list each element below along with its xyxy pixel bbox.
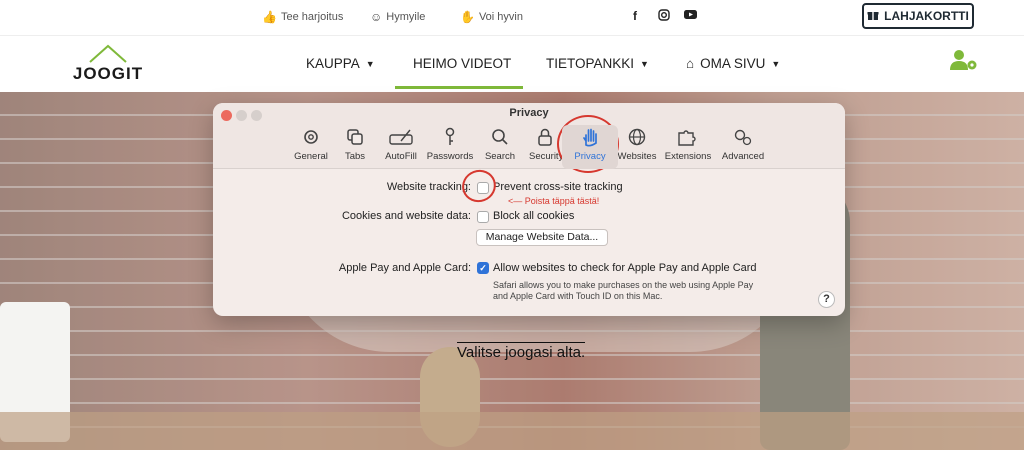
- apple-pay-option: Allow websites to check for Apple Pay an…: [493, 262, 757, 274]
- home-icon: ⌂: [686, 56, 695, 71]
- smile-icon: ☺: [370, 10, 383, 24]
- logo[interactable]: JOOGIT: [68, 42, 148, 86]
- gift-card-button[interactable]: LAHJAKORTTI: [862, 3, 974, 29]
- window-toolbar: Privacy General Tabs AutoFill Passwords …: [213, 103, 845, 169]
- nav-tietopankki-label: TIETOPANKKI: [546, 56, 635, 71]
- tab-websites-label: Websites: [617, 151, 657, 162]
- hand-icon: [583, 128, 597, 147]
- gift-icon: [867, 9, 879, 24]
- tab-extensions-label: Extensions: [664, 151, 712, 162]
- tab-tabs-label: Tabs: [344, 151, 366, 162]
- chevron-down-icon: ▼: [640, 58, 649, 69]
- facebook-icon[interactable]: f: [633, 9, 637, 23]
- user-settings-icon[interactable]: [948, 48, 980, 72]
- hero-subtitle: Valitse joogasi alta.: [457, 342, 586, 361]
- help-button[interactable]: ?: [818, 291, 835, 308]
- logo-text: JOOGIT: [72, 64, 144, 83]
- cookies-label: Cookies and website data:: [341, 210, 471, 222]
- tab-search-label: Search: [484, 151, 516, 162]
- manage-website-data-button[interactable]: Manage Website Data...: [476, 229, 608, 246]
- website-tracking-label: Website tracking:: [386, 181, 471, 193]
- tab-passwords[interactable]: Passwords: [422, 127, 478, 162]
- tab-advanced-label: Advanced: [721, 151, 765, 162]
- logo-roof-icon: [89, 44, 127, 63]
- nav-item-kauppa[interactable]: KAUPPA ▼: [306, 56, 375, 71]
- apple-pay-note-line2: and Apple Card with Touch ID on this Mac…: [493, 291, 663, 301]
- prevent-tracking-option: Prevent cross-site tracking: [493, 181, 623, 193]
- tab-general-label: General: [294, 151, 328, 162]
- tab-advanced[interactable]: Advanced: [715, 127, 771, 162]
- hymyile-link[interactable]: ☺ Hymyile: [370, 10, 425, 24]
- youtube-icon[interactable]: [684, 9, 697, 23]
- block-cookies-option: Block all cookies: [493, 210, 575, 222]
- tab-privacy[interactable]: Privacy: [562, 125, 618, 169]
- advanced-gears-icon: [734, 129, 752, 146]
- tab-autofill-label: AutoFill: [385, 151, 417, 162]
- voi-hyvin-label: Voi hyvin: [478, 11, 523, 23]
- chevron-down-icon: ▼: [365, 58, 375, 69]
- puzzle-icon: [678, 130, 696, 146]
- main-nav: JOOGIT KAUPPA ▼ HEIMO VIDEOT TIETOPANKKI…: [0, 36, 1024, 92]
- tab-privacy-label: Privacy: [574, 151, 606, 162]
- nav-item-heimo-videot[interactable]: HEIMO VIDEOT: [413, 56, 511, 71]
- nav-kauppa-label: KAUPPA: [306, 56, 360, 71]
- nav-item-tietopankki[interactable]: TIETOPANKKI ▼: [546, 56, 649, 71]
- nav-heimo-label: HEIMO VIDEOT: [413, 56, 512, 71]
- tee-harjoitus-label: Tee harjoitus: [280, 11, 344, 23]
- utility-bar: 👍 Tee harjoitus ☺ Hymyile ✋ Voi hyvin f …: [0, 0, 1024, 36]
- thumbs-up-icon: 👍: [262, 10, 277, 24]
- autofill-icon: [389, 129, 413, 145]
- key-icon: [445, 127, 455, 145]
- tabs-icon: [347, 129, 363, 145]
- apple-pay-label: Apple Pay and Apple Card:: [338, 262, 471, 274]
- nav-item-oma-sivu[interactable]: ⌂ OMA SIVU ▼: [686, 56, 780, 71]
- window-title: Privacy: [509, 107, 549, 119]
- nav-oma-sivu-label: OMA SIVU: [700, 56, 766, 71]
- apple-pay-note-line1: Safari allows you to make purchases on t…: [493, 280, 754, 290]
- voi-hyvin-link[interactable]: ✋ Voi hyvin: [460, 10, 523, 24]
- gear-icon: [304, 130, 318, 144]
- hymyile-label: Hymyile: [386, 11, 426, 23]
- tee-harjoitus-link[interactable]: 👍 Tee harjoitus: [262, 10, 343, 24]
- tab-security-label: Security: [529, 151, 564, 162]
- globe-icon: [628, 128, 646, 146]
- instagram-icon[interactable]: [658, 9, 670, 24]
- chevron-down-icon: ▼: [771, 58, 781, 69]
- gift-card-label: LAHJAKORTTI: [884, 9, 969, 23]
- active-nav-indicator: [395, 86, 523, 89]
- apple-pay-checkbox[interactable]: ✓: [477, 262, 489, 274]
- tab-extensions[interactable]: Extensions: [660, 127, 716, 162]
- block-cookies-checkbox[interactable]: [477, 211, 489, 223]
- annotation-note: <— Poista täppä tästä!: [508, 196, 600, 206]
- search-icon: [492, 129, 508, 145]
- hand-icon: ✋: [460, 10, 475, 24]
- lock-icon: [538, 128, 552, 146]
- tab-passwords-label: Passwords: [426, 151, 474, 162]
- tab-autofill[interactable]: AutoFill: [373, 127, 429, 162]
